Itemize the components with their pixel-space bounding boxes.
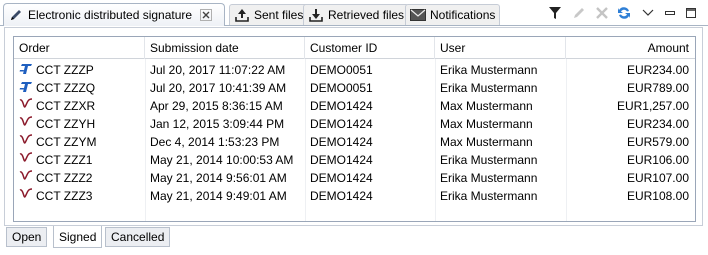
tab-label: Electronic distributed signature: [28, 8, 193, 22]
delete-icon[interactable]: [593, 5, 611, 21]
column-header-submission-date[interactable]: Submission date: [145, 37, 305, 59]
user-cell: Erika Mustermann: [440, 171, 538, 185]
signature-icon: [19, 169, 33, 181]
amount-cell: EUR1,257.00: [616, 99, 689, 113]
tab-label: Retrieved files: [328, 8, 405, 22]
filter-icon[interactable]: [546, 5, 564, 21]
amount-cell: EUR579.00: [626, 135, 689, 149]
tab-sent-files[interactable]: Sent files: [229, 4, 309, 25]
table-row[interactable]: CCT ZZXR Apr 29, 2015 8:36:15 AM DEMO1424 M…: [14, 97, 695, 115]
table-row[interactable]: CCT ZZYH Jan 12, 2015 3:09:44 PM DEMO1424 M…: [14, 115, 695, 133]
table-row[interactable]: CCT ZZZ3 May 21, 2014 9:49:01 AM DEMO1424 E…: [14, 187, 695, 205]
order-label: CCT ZZZ1: [36, 153, 93, 167]
signature-icon: [19, 133, 33, 145]
tab-label: Notifications: [430, 8, 496, 22]
order-cell: CCT ZZZQ: [14, 79, 145, 97]
submission-date-cell: May 21, 2014 10:00:53 AM: [150, 153, 294, 167]
order-label: CCT ZZZP: [36, 63, 94, 77]
submission-date-cell: Apr 29, 2015 8:36:15 AM: [150, 99, 283, 113]
amount-cell: EUR234.00: [626, 63, 689, 77]
table-row[interactable]: CCT ZZZP Jul 20, 2017 11:07:22 AM DEMO0051…: [14, 61, 695, 79]
order-label: CCT ZZYH: [36, 117, 96, 131]
upload-icon: [234, 7, 250, 23]
maximize-icon[interactable]: [682, 5, 700, 21]
amount-cell: EUR107.00: [626, 171, 689, 185]
signature-icon: [19, 187, 33, 199]
order-label: CCT ZZZQ: [36, 81, 96, 95]
order-cell: CCT ZZYH: [14, 115, 145, 133]
pencil-icon: [8, 7, 24, 23]
order-cell: CCT ZZZ2: [14, 169, 145, 187]
signature-icon: [19, 97, 33, 109]
amount-cell: EUR106.00: [626, 153, 689, 167]
signature-icon: [19, 151, 33, 163]
submission-date-cell: Jul 20, 2017 11:07:22 AM: [150, 63, 286, 77]
customer-id-cell: DEMO0051: [310, 81, 373, 95]
envelope-icon: [410, 7, 426, 23]
table-row[interactable]: CCT ZZZQ Jul 20, 2017 10:41:39 AM DEMO0051…: [14, 79, 695, 97]
bank-t-icon: [19, 80, 33, 92]
table-header: Order Submission date Customer ID User A…: [14, 37, 695, 59]
orders-table: Order Submission date Customer ID User A…: [13, 36, 696, 222]
customer-id-cell: DEMO1424: [310, 153, 373, 167]
amount-cell: EUR234.00: [626, 117, 689, 131]
tab-notifications[interactable]: Notifications: [405, 4, 501, 25]
tab-label: Sent files: [254, 8, 304, 22]
refresh-icon[interactable]: [615, 5, 633, 21]
user-cell: Erika Mustermann: [440, 189, 538, 203]
submission-date-cell: Jul 20, 2017 10:41:39 AM: [150, 81, 287, 95]
customer-id-cell: DEMO1424: [310, 117, 373, 131]
table-row[interactable]: CCT ZZZ2 May 21, 2014 9:56:01 AM DEMO1424 E…: [14, 169, 695, 187]
user-cell: Max Mustermann: [440, 117, 533, 131]
user-cell: Erika Mustermann: [440, 153, 538, 167]
tab-cancelled[interactable]: Cancelled: [105, 227, 171, 247]
signature-panel: Order Submission date Customer ID User A…: [4, 27, 703, 226]
customer-id-cell: DEMO0051: [310, 63, 373, 77]
table-row[interactable]: CCT ZZYM Dec 4, 2014 1:53:23 PM DEMO1424 Ma…: [14, 133, 695, 151]
submission-date-cell: May 21, 2014 9:56:01 AM: [150, 171, 287, 185]
close-icon[interactable]: [200, 9, 213, 21]
customer-id-cell: DEMO1424: [310, 171, 373, 185]
tab-signed[interactable]: Signed: [53, 226, 103, 248]
column-header-user[interactable]: User: [435, 37, 566, 59]
submission-date-cell: Jan 12, 2015 3:09:44 PM: [150, 117, 285, 131]
submission-date-cell: May 21, 2014 9:49:01 AM: [150, 189, 287, 203]
order-cell: CCT ZZZP: [14, 61, 145, 79]
user-cell: Max Mustermann: [440, 99, 533, 113]
amount-cell: EUR789.00: [626, 81, 689, 95]
order-label: CCT ZZZ3: [36, 189, 93, 203]
customer-id-cell: DEMO1424: [310, 135, 373, 149]
order-cell: CCT ZZZ3: [14, 187, 145, 205]
tab-electronic-distributed-signature[interactable]: Electronic distributed signature: [3, 3, 225, 26]
column-header-customer-id[interactable]: Customer ID: [305, 37, 435, 59]
edit-icon[interactable]: [570, 5, 588, 21]
tab-retrieved-files[interactable]: Retrieved files: [303, 4, 410, 25]
view-tab-bar: Electronic distributed signature Sent fi…: [0, 0, 708, 27]
bank-t-icon: [19, 62, 33, 74]
tab-open[interactable]: Open: [6, 227, 48, 247]
column-header-order[interactable]: Order: [14, 37, 145, 59]
order-cell: CCT ZZXR: [14, 97, 145, 115]
user-cell: Max Mustermann: [440, 135, 533, 149]
user-cell: Erika Mustermann: [440, 81, 538, 95]
order-label: CCT ZZZ2: [36, 171, 93, 185]
user-cell: Erika Mustermann: [440, 63, 538, 77]
column-header-amount[interactable]: Amount: [566, 37, 695, 59]
minimize-icon[interactable]: [661, 5, 679, 21]
submission-date-cell: Dec 4, 2014 1:53:23 PM: [150, 135, 280, 149]
amount-cell: EUR108.00: [626, 189, 689, 203]
customer-id-cell: DEMO1424: [310, 189, 373, 203]
download-icon: [308, 7, 324, 23]
signature-icon: [19, 115, 33, 127]
order-label: CCT ZZYM: [36, 135, 97, 149]
customer-id-cell: DEMO1424: [310, 99, 373, 113]
table-row[interactable]: CCT ZZZ1 May 21, 2014 10:00:53 AM DEMO1424…: [14, 151, 695, 169]
view-menu-icon[interactable]: [639, 5, 657, 21]
order-cell: CCT ZZZ1: [14, 151, 145, 169]
order-cell: CCT ZZYM: [14, 133, 145, 151]
order-label: CCT ZZXR: [36, 99, 96, 113]
